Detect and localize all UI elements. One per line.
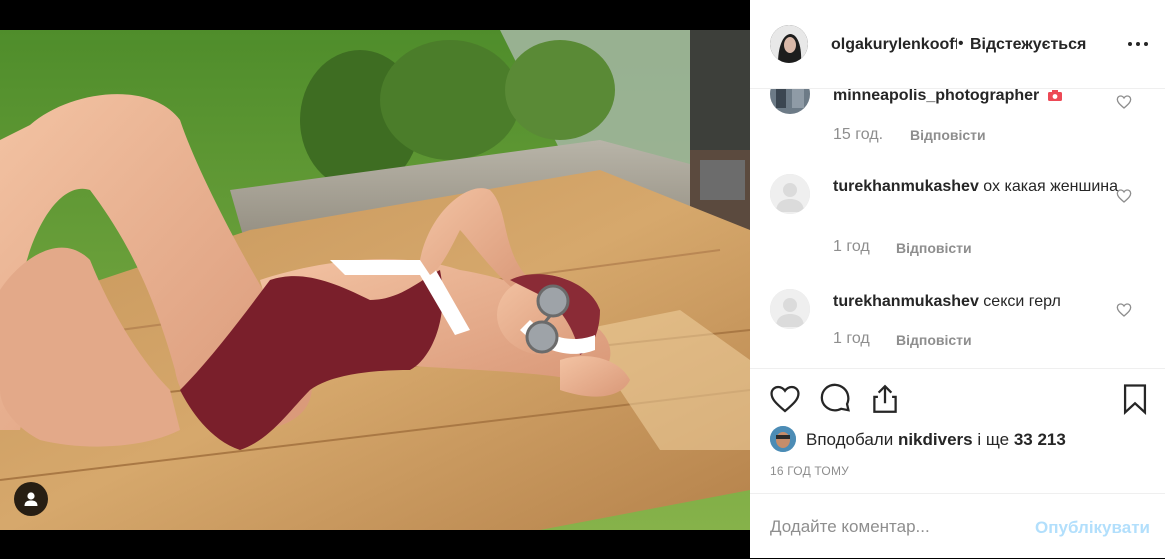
post-header: olgakurylenkooffiи • Відстежується (750, 0, 1165, 89)
save-button[interactable] (1118, 382, 1152, 416)
media-viewer (0, 0, 750, 558)
heart-icon (1116, 189, 1132, 203)
comment-like-button[interactable] (1116, 94, 1132, 110)
commenter-avatar[interactable] (770, 174, 810, 214)
comment-time: 1 год (833, 238, 870, 255)
reply-button[interactable]: Відповісти (896, 332, 972, 348)
comment-item: turekhanmukashev ох какая женшина 1 год … (750, 174, 1165, 264)
add-comment-bar: Опублікувати (750, 493, 1165, 559)
post-side-panel: olgakurylenkooffiи • Відстежується minne… (750, 0, 1165, 558)
comment-body: ох какая женшина (983, 178, 1119, 195)
reply-button[interactable]: Відповісти (896, 240, 972, 256)
post-actions-bar (750, 370, 1165, 430)
comment-icon (820, 383, 850, 412)
publish-button[interactable]: Опублікувати (1035, 518, 1150, 538)
post-photo[interactable] (0, 30, 750, 530)
heart-icon (1116, 303, 1132, 317)
photo-illustration (0, 30, 750, 530)
following-status-button[interactable]: Відстежується (970, 36, 1086, 54)
likes-summary: Вподобали nikdivers і ще 33 213 (770, 424, 1150, 452)
header-separator: • (958, 35, 964, 52)
comment-like-button[interactable] (1116, 302, 1132, 318)
comment-item: turekhanmukashev секси герл 1 год Відпов… (750, 289, 1165, 368)
default-avatar-icon (770, 289, 810, 329)
commenter-avatar-image (770, 88, 810, 114)
comment-username[interactable]: minneapolis_photographer (833, 88, 1039, 104)
comment-item: minneapolis_photographer 15 год. Відпові… (750, 88, 1165, 154)
camera-icon (1047, 90, 1062, 101)
heart-icon (770, 385, 800, 413)
comment-text: turekhanmukashev секси герл (833, 290, 1123, 313)
comment-username[interactable]: turekhanmukashev (833, 293, 979, 310)
likes-middle: і ще (972, 430, 1014, 449)
reply-button[interactable]: Відповісти (910, 127, 986, 143)
comment-time: 1 год (833, 330, 870, 347)
comment-button[interactable] (818, 382, 852, 416)
author-avatar-image (770, 25, 808, 63)
share-button[interactable] (868, 382, 902, 416)
comment-text: minneapolis_photographer (833, 88, 1123, 107)
default-avatar-icon (770, 174, 810, 214)
more-horizontal-icon (1128, 42, 1148, 46)
liker-avatar[interactable] (770, 426, 796, 452)
likes-text: Вподобали nikdivers і ще 33 213 (806, 430, 1066, 450)
comment-text: turekhanmukashev ох какая женшина (833, 175, 1123, 198)
comment-username[interactable]: turekhanmukashev (833, 178, 979, 195)
likes-prefix: Вподобали (806, 430, 898, 449)
author-avatar[interactable] (770, 25, 808, 63)
more-options-button[interactable] (1126, 32, 1150, 56)
heart-icon (1116, 95, 1132, 109)
likes-count[interactable]: 33 213 (1014, 430, 1066, 449)
like-button[interactable] (768, 382, 802, 416)
user-tags-button[interactable] (14, 482, 48, 516)
share-icon (873, 384, 897, 413)
commenter-avatar[interactable] (770, 88, 810, 114)
comment-input[interactable] (770, 512, 1010, 542)
liker-username[interactable]: nikdivers (898, 430, 973, 449)
liker-avatar-image (770, 426, 796, 452)
commenter-avatar[interactable] (770, 289, 810, 329)
person-icon (24, 492, 38, 506)
author-username[interactable]: olgakurylenkooffiи (831, 36, 957, 54)
comment-time: 15 год. (833, 126, 884, 143)
comments-list[interactable]: minneapolis_photographer 15 год. Відпові… (750, 88, 1165, 369)
post-timestamp[interactable]: 16 ГОД ТОМУ (770, 464, 849, 478)
comment-like-button[interactable] (1116, 188, 1132, 204)
comment-body: секси герл (983, 293, 1061, 310)
bookmark-icon (1123, 384, 1147, 416)
